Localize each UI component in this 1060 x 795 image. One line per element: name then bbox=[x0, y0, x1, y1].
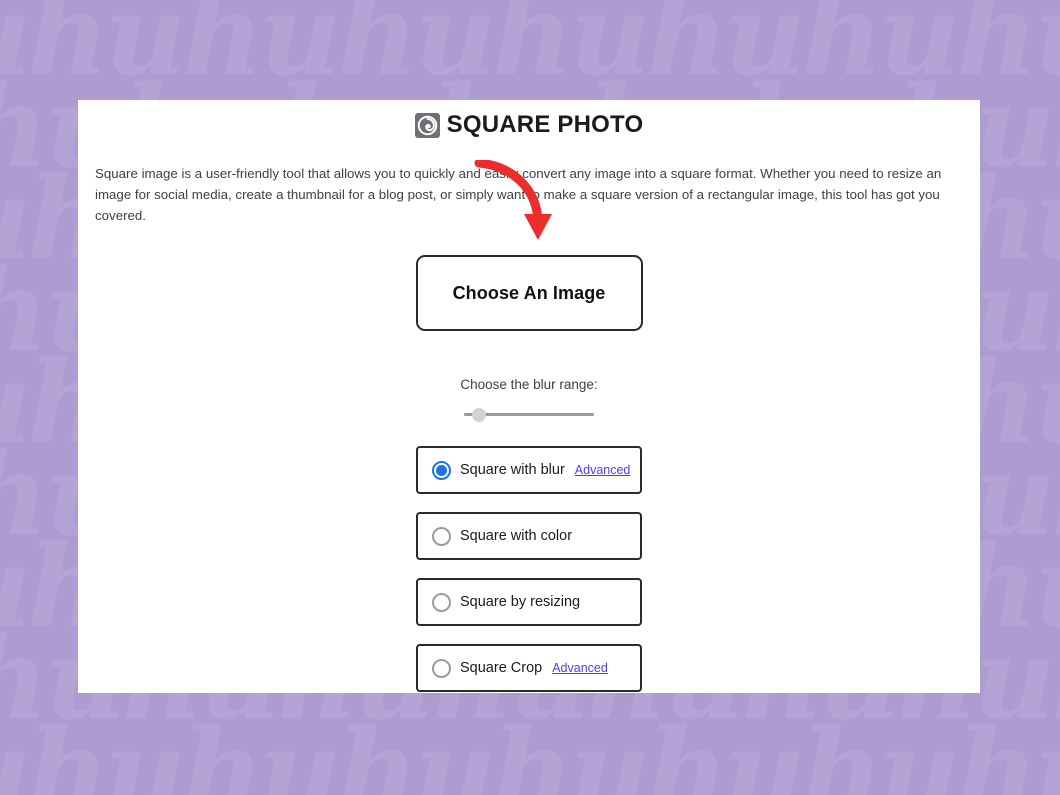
mode-option-0[interactable]: Square with blur Advanced bbox=[416, 446, 642, 494]
mode-option-label: Square Crop bbox=[460, 660, 543, 676]
mode-option-2[interactable]: Square by resizing bbox=[416, 578, 642, 626]
radio-button-0[interactable] bbox=[432, 460, 451, 480]
page-title: SQUARE PHOTO bbox=[446, 111, 644, 138]
mode-option-label: Square with color bbox=[460, 528, 573, 544]
brand-header: SQUARE PHOTO bbox=[78, 111, 980, 139]
blur-range-label: Choose the blur range: bbox=[460, 377, 598, 392]
aperture-spiral-icon bbox=[414, 112, 440, 138]
radio-button-3[interactable] bbox=[432, 658, 451, 678]
blur-range-section: Choose the blur range: bbox=[78, 377, 980, 424]
advanced-link-0[interactable]: Advanced bbox=[575, 463, 631, 477]
blur-range-slider[interactable] bbox=[464, 406, 594, 424]
choose-image-button[interactable]: Choose An Image bbox=[415, 255, 643, 331]
watermark-row: uhuhuhuhuhuhuhuhuhuhuhuh bbox=[0, 706, 1060, 795]
radio-button-1[interactable] bbox=[432, 526, 451, 546]
app-description: Square image is a user-friendly tool tha… bbox=[95, 166, 942, 223]
radio-button-2[interactable] bbox=[432, 592, 451, 612]
blur-slider-thumb[interactable] bbox=[472, 408, 487, 422]
radio-dot bbox=[436, 464, 447, 476]
app-card: SQUARE PHOTO Square image is a user-frie… bbox=[78, 100, 980, 693]
mode-option-1[interactable]: Square with color bbox=[416, 512, 642, 560]
mode-option-3[interactable]: Square Crop Advanced bbox=[416, 644, 642, 692]
mode-option-label: Square with blur bbox=[460, 462, 565, 478]
mode-option-label: Square by resizing bbox=[460, 594, 581, 610]
mode-options-list: Square with blur Advanced Square with colo… bbox=[78, 446, 980, 692]
advanced-link-3[interactable]: Advanced bbox=[552, 661, 608, 675]
choose-image-row: Choose An Image bbox=[78, 255, 980, 331]
